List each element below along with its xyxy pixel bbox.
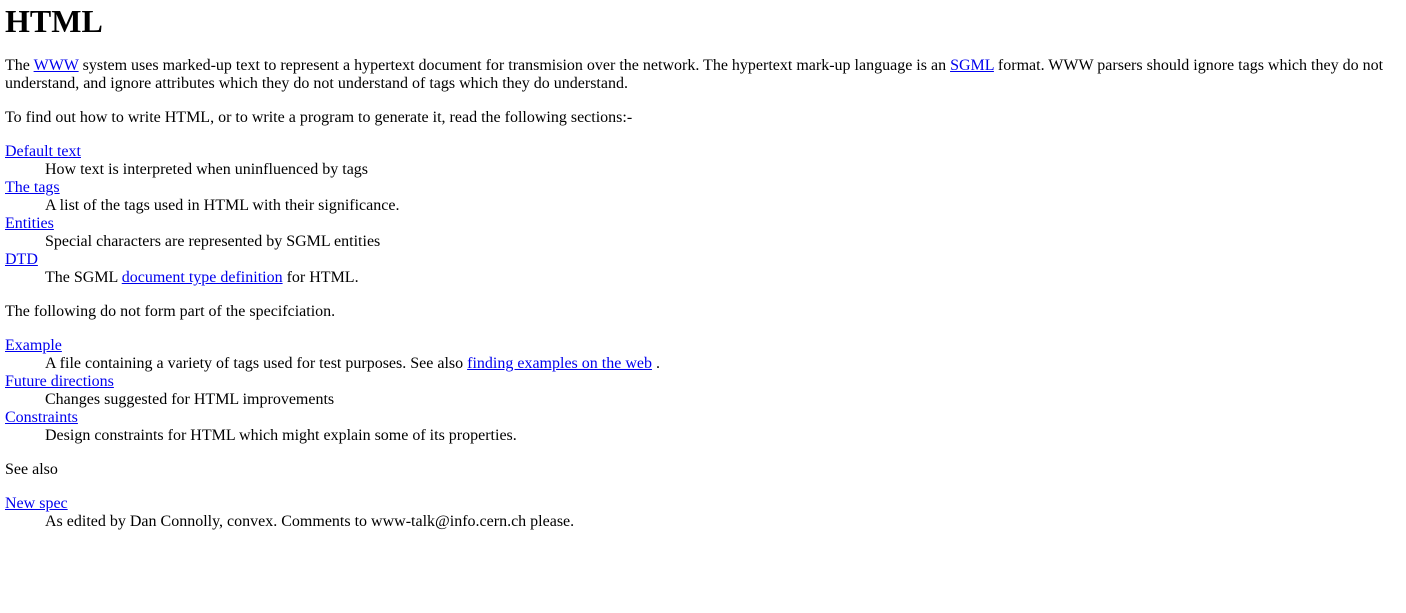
dtd-desc-post: for HTML.	[282, 269, 359, 286]
intro-text-2: system uses marked-up text to represent …	[78, 57, 951, 74]
future-directions-link[interactable]: Future directions	[5, 373, 114, 390]
www-link[interactable]: WWW	[34, 57, 79, 74]
dtd-link[interactable]: DTD	[5, 251, 38, 268]
see-also-paragraph: See also	[5, 461, 58, 478]
sgml-link[interactable]: SGML	[950, 57, 994, 74]
list-item-example: Example	[5, 337, 1401, 355]
example-desc-pre: A file containing a variety of tags used…	[45, 355, 468, 372]
future-directions-description: Changes suggested for HTML improvements	[45, 391, 335, 408]
list-item-future-directions: Future directions	[5, 373, 1401, 391]
entities-link[interactable]: Entities	[5, 215, 54, 232]
intro-text-1: The	[5, 57, 34, 74]
list-item-default-text: Default text	[5, 143, 1401, 161]
default-text-description: How text is interpreted when uninfluence…	[45, 161, 369, 178]
example-link[interactable]: Example	[5, 337, 62, 354]
dtd-description: The SGML document type definition for HT…	[45, 269, 1401, 287]
sections-list: Default text How text is interpreted whe…	[5, 143, 1401, 287]
find-out-paragraph: To find out how to write HTML, or to wri…	[5, 109, 633, 126]
page-title: HTML	[5, 3, 103, 39]
extras-list: Example A file containing a variety of t…	[5, 337, 1401, 445]
new-spec-description: As edited by Dan Connolly, convex. Comme…	[45, 513, 575, 530]
document-type-definition-link[interactable]: document type definition	[122, 269, 283, 286]
list-item-new-spec: New spec	[5, 495, 1401, 513]
list-item-constraints: Constraints	[5, 409, 1401, 427]
not-spec-paragraph: The following do not form part of the sp…	[5, 303, 336, 320]
list-item-entities: Entities	[5, 215, 1401, 233]
default-text-link[interactable]: Default text	[5, 143, 81, 160]
example-desc-post: .	[651, 355, 660, 372]
list-item-dtd: DTD	[5, 251, 1401, 269]
document-page: HTML The WWW system uses marked-up text …	[0, 2, 1406, 531]
see-also-list: New spec As edited by Dan Connolly, conv…	[5, 495, 1401, 531]
list-item-the-tags: The tags	[5, 179, 1401, 197]
constraints-description: Design constraints for HTML which might …	[45, 427, 517, 444]
the-tags-link[interactable]: The tags	[5, 179, 60, 196]
constraints-link[interactable]: Constraints	[5, 409, 78, 426]
the-tags-description: A list of the tags used in HTML with the…	[45, 197, 400, 214]
example-description: A file containing a variety of tags used…	[45, 355, 1401, 373]
dtd-desc-pre: The SGML	[45, 269, 122, 286]
new-spec-link[interactable]: New spec	[5, 495, 68, 512]
entities-description: Special characters are represented by SG…	[45, 233, 381, 250]
finding-examples-link[interactable]: finding examples on the web	[467, 355, 652, 372]
intro-paragraph: The WWW system uses marked-up text to re…	[5, 57, 1401, 93]
